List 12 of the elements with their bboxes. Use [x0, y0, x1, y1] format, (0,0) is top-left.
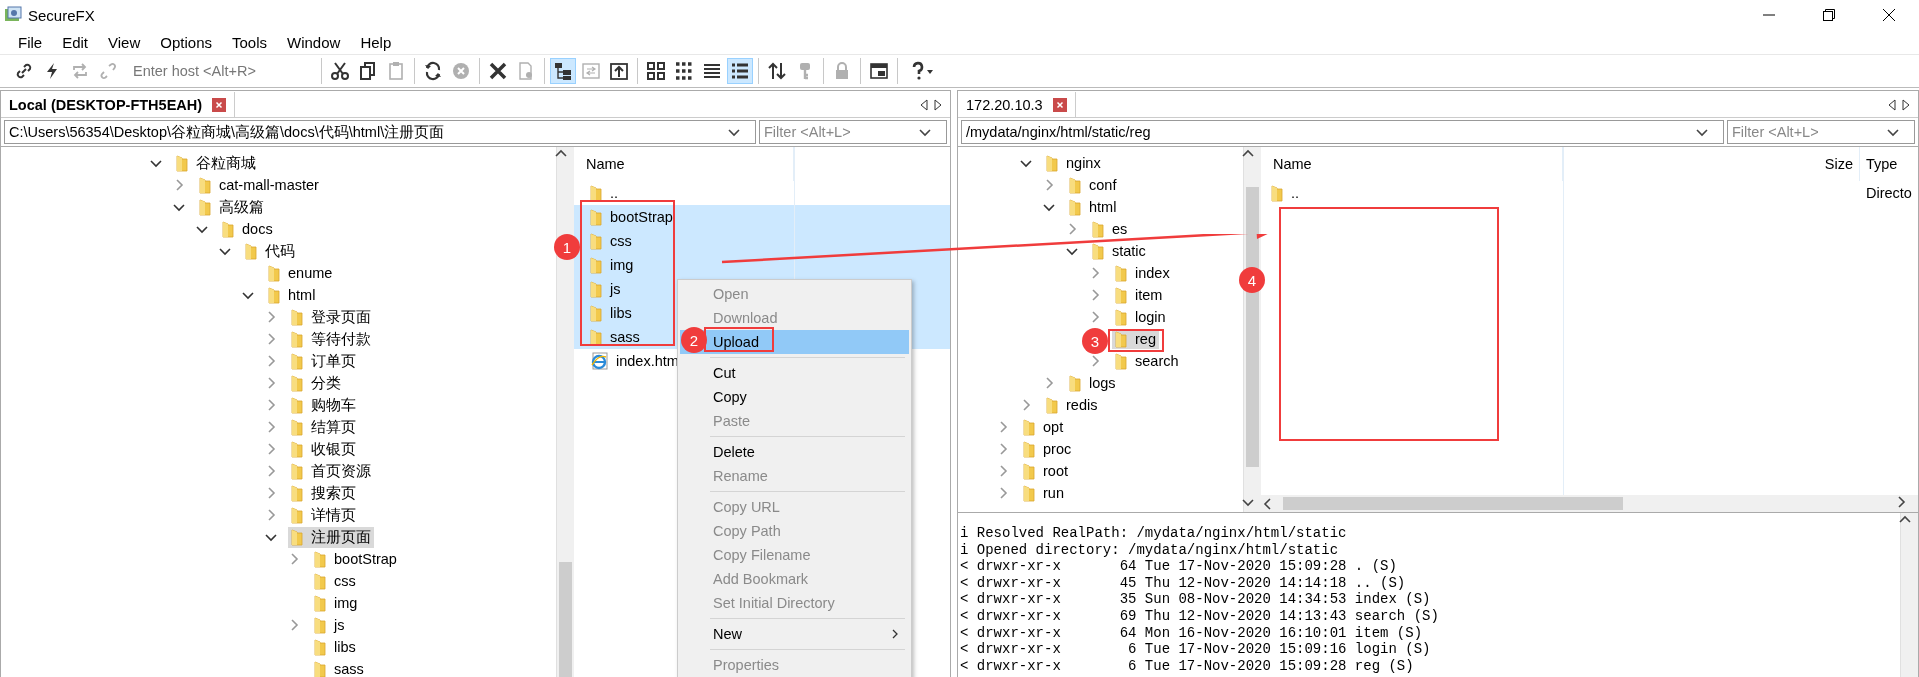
log-line: < drwxr-xr-x 64 Mon 16-Nov-2020 16:10:01 item (S) — [960, 624, 1424, 642]
log-line: < drwxr-xr-x 6 Tue 17-Nov-2020 15:09:16 login (S) — [960, 641, 1432, 658]
log-line: < drwxr-xr-x 45 Thu 12-Nov-2020 14:14:18 .. (S) — [960, 574, 1407, 592]
log-line: < drwxr-xr-x 6 Tue 17-Nov-2020 15:09:28 reg (S) — [960, 657, 1415, 675]
log-line: < drwxr-xr-x 64 Tue 17-Nov-2020 15:09:28 . (S) — [960, 558, 1398, 575]
window-title: SecureFX — [28, 6, 95, 24]
log-line: i Opened directory: /mydata/nginx/html/static — [960, 541, 1340, 559]
log-line: < drwxr-xr-x 69 Thu 12-Nov-2020 14:13:43 search (S) — [960, 607, 1440, 625]
log-line: i Resolved RealPath: /mydata/nginx/html/static — [960, 525, 1348, 542]
step-number: 4 — [1239, 267, 1265, 293]
log-line: < drwxr-xr-x 35 Sun 08-Nov-2020 14:34:53 index (S) — [960, 591, 1432, 608]
step-number: 3 — [1082, 328, 1108, 354]
